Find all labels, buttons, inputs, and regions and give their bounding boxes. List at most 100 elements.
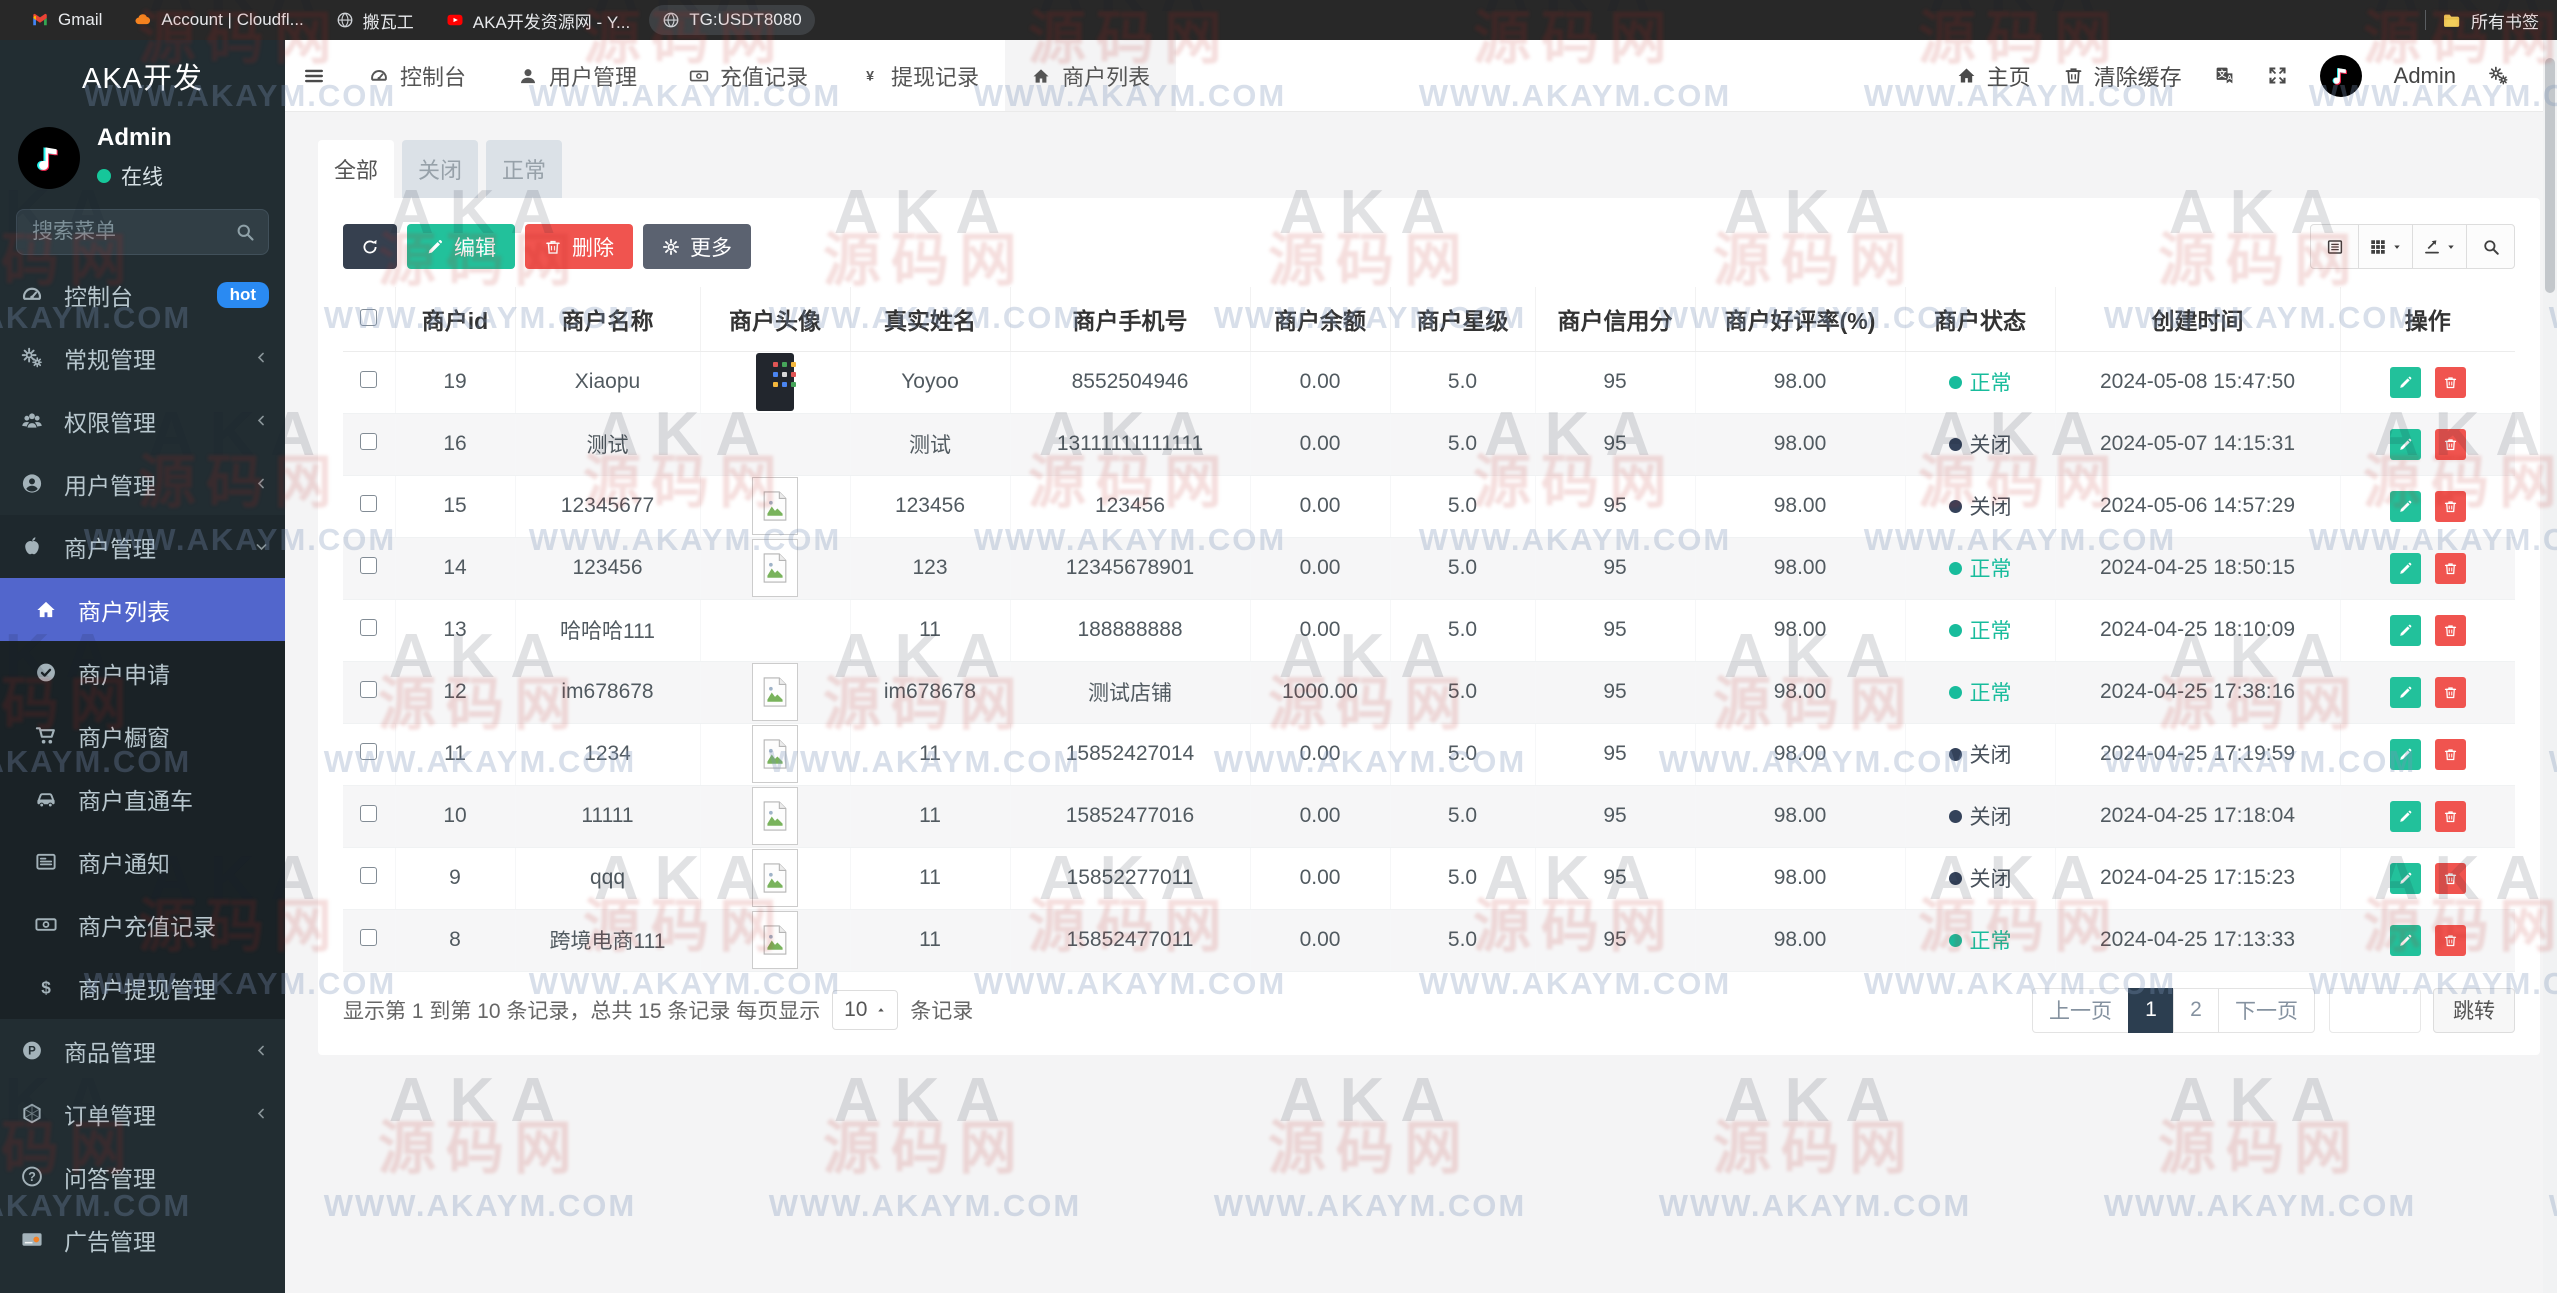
sidebar-item[interactable]: 商户橱窗 xyxy=(0,704,285,767)
settings-gears-icon[interactable] xyxy=(2488,65,2509,86)
row-delete-button[interactable] xyxy=(2435,367,2466,398)
navbar-avatar[interactable] xyxy=(2320,55,2362,97)
navbar-tab[interactable]: 商户列表 xyxy=(1005,40,1176,111)
sidebar-item[interactable]: 商户充值记录 xyxy=(0,893,285,956)
sidebar-item[interactable]: 订单管理 xyxy=(0,1082,285,1145)
column-header[interactable]: 商户名称 xyxy=(515,287,700,351)
table-row[interactable]: 9 qqq 11 15852277011 0.00 5.0 95 98 xyxy=(343,847,2515,909)
next-page-button[interactable]: 下一页 xyxy=(2218,988,2315,1033)
table-row[interactable]: 8 跨境电商111 11 15852477011 0.00 5.0 95 xyxy=(343,909,2515,971)
sidebar-item[interactable]: 商户列表 xyxy=(0,578,285,641)
jump-page-input[interactable] xyxy=(2329,988,2421,1033)
column-header[interactable]: 商户余额 xyxy=(1250,287,1390,351)
clear-cache-button[interactable]: 清除缓存 xyxy=(2063,60,2182,92)
filter-tab[interactable]: 正常 xyxy=(486,140,562,198)
merchant-avatar-image[interactable] xyxy=(752,742,798,765)
row-checkbox[interactable] xyxy=(360,433,377,450)
row-delete-button[interactable] xyxy=(2435,801,2466,832)
sidebar-toggle-button[interactable] xyxy=(285,40,343,111)
row-checkbox[interactable] xyxy=(360,743,377,760)
merchant-avatar-image[interactable] xyxy=(752,866,798,889)
page-number-button[interactable]: 2 xyxy=(2173,988,2219,1033)
sidebar-item[interactable]: 广告管理 xyxy=(0,1208,285,1271)
row-delete-button[interactable] xyxy=(2435,677,2466,708)
prev-page-button[interactable]: 上一页 xyxy=(2032,988,2129,1033)
scrollbar-track[interactable] xyxy=(2543,40,2557,1293)
sidebar-item[interactable]: 控制台 hot xyxy=(0,263,285,326)
row-edit-button[interactable] xyxy=(2390,615,2421,646)
refresh-button[interactable] xyxy=(343,224,397,269)
page-number-button[interactable]: 1 xyxy=(2128,988,2174,1033)
row-checkbox[interactable] xyxy=(360,867,377,884)
row-edit-button[interactable] xyxy=(2390,367,2421,398)
search-toggle-button[interactable] xyxy=(2466,224,2515,269)
merchant-avatar-image[interactable] xyxy=(752,680,798,703)
row-delete-button[interactable] xyxy=(2435,863,2466,894)
translate-icon[interactable]: 文A xyxy=(2214,65,2235,86)
row-checkbox[interactable] xyxy=(360,371,377,388)
column-header[interactable]: 商户好评率(%) xyxy=(1695,287,1905,351)
jump-button[interactable]: 跳转 xyxy=(2433,988,2515,1033)
navbar-tab[interactable]: 用户管理 xyxy=(492,40,663,111)
column-header[interactable]: 商户信用分 xyxy=(1535,287,1695,351)
bookmark-item[interactable]: Gmail xyxy=(18,5,115,35)
merchant-avatar-image[interactable] xyxy=(756,370,794,393)
row-checkbox[interactable] xyxy=(360,681,377,698)
brand-title[interactable]: AKA开发 xyxy=(0,40,285,112)
row-delete-button[interactable] xyxy=(2435,429,2466,460)
row-delete-button[interactable] xyxy=(2435,739,2466,770)
row-checkbox[interactable] xyxy=(360,805,377,822)
row-edit-button[interactable] xyxy=(2390,677,2421,708)
row-checkbox[interactable] xyxy=(360,495,377,512)
more-button[interactable]: 更多 xyxy=(643,224,751,269)
row-delete-button[interactable] xyxy=(2435,491,2466,522)
navbar-tab[interactable]: 充值记录 xyxy=(663,40,834,111)
filter-tab[interactable]: 全部 xyxy=(318,140,394,198)
column-header[interactable]: 操作 xyxy=(2340,287,2515,351)
column-header[interactable]: 商户星级 xyxy=(1390,287,1535,351)
sidebar-item[interactable]: ? 问答管理 xyxy=(0,1145,285,1208)
table-row[interactable]: 15 12345677 123456 123456 0.00 5.0 95 xyxy=(343,475,2515,537)
row-edit-button[interactable] xyxy=(2390,801,2421,832)
column-header[interactable]: 商户头像 xyxy=(700,287,850,351)
sidebar-item[interactable]: 商户直通车 xyxy=(0,767,285,830)
row-edit-button[interactable] xyxy=(2390,925,2421,956)
column-header[interactable]: 商户状态 xyxy=(1905,287,2055,351)
navbar-tab[interactable]: 控制台 xyxy=(343,40,492,111)
homepage-button[interactable]: 主页 xyxy=(1956,60,2031,92)
page-size-select[interactable]: 10 xyxy=(832,990,898,1030)
row-edit-button[interactable] xyxy=(2390,553,2421,584)
bookmark-item[interactable]: Account | Cloudfl... xyxy=(121,5,316,35)
detail-view-button[interactable] xyxy=(2310,224,2359,269)
bookmark-item[interactable]: TG:USDT8080 xyxy=(649,5,814,35)
sidebar-item[interactable]: 用户管理 xyxy=(0,452,285,515)
export-button[interactable] xyxy=(2412,224,2467,269)
table-row[interactable]: 13 哈哈哈111 11 188888888 0.00 5.0 95 xyxy=(343,599,2515,661)
row-checkbox[interactable] xyxy=(360,619,377,636)
table-row[interactable]: 16 测试 测试 13111111111111 0.00 5.0 95 xyxy=(343,413,2515,475)
avatar[interactable] xyxy=(18,127,80,189)
sidebar-item[interactable]: 商户申请 xyxy=(0,641,285,704)
all-bookmarks-button[interactable]: 所有书签 xyxy=(2442,8,2539,33)
merchant-avatar-image[interactable] xyxy=(752,494,798,517)
sidebar-item[interactable]: P 商品管理 xyxy=(0,1019,285,1082)
table-row[interactable]: 11 1234 11 15852427014 0.00 5.0 95 xyxy=(343,723,2515,785)
column-header[interactable]: 商户手机号 xyxy=(1010,287,1250,351)
select-all-checkbox[interactable] xyxy=(360,309,377,326)
row-edit-button[interactable] xyxy=(2390,739,2421,770)
column-header[interactable]: 真实姓名 xyxy=(850,287,1010,351)
row-edit-button[interactable] xyxy=(2390,429,2421,460)
merchant-avatar-image[interactable] xyxy=(752,804,798,827)
edit-button[interactable]: 编辑 xyxy=(407,224,515,269)
row-delete-button[interactable] xyxy=(2435,553,2466,584)
table-row[interactable]: 10 11111 11 15852477016 0.00 5.0 95 xyxy=(343,785,2515,847)
sidebar-item[interactable]: 权限管理 xyxy=(0,389,285,452)
sidebar-item[interactable]: 商户通知 xyxy=(0,830,285,893)
navbar-username[interactable]: Admin xyxy=(2394,63,2456,89)
table-row[interactable]: 19 Xiaopu Yoyoo 8552504946 0.00 5.0 95 xyxy=(343,351,2515,413)
delete-button[interactable]: 删除 xyxy=(525,224,633,269)
merchant-avatar-image[interactable] xyxy=(752,928,798,951)
navbar-tab[interactable]: ¥ 提现记录 xyxy=(834,40,1005,111)
row-delete-button[interactable] xyxy=(2435,615,2466,646)
column-header[interactable]: 商户id xyxy=(395,287,515,351)
